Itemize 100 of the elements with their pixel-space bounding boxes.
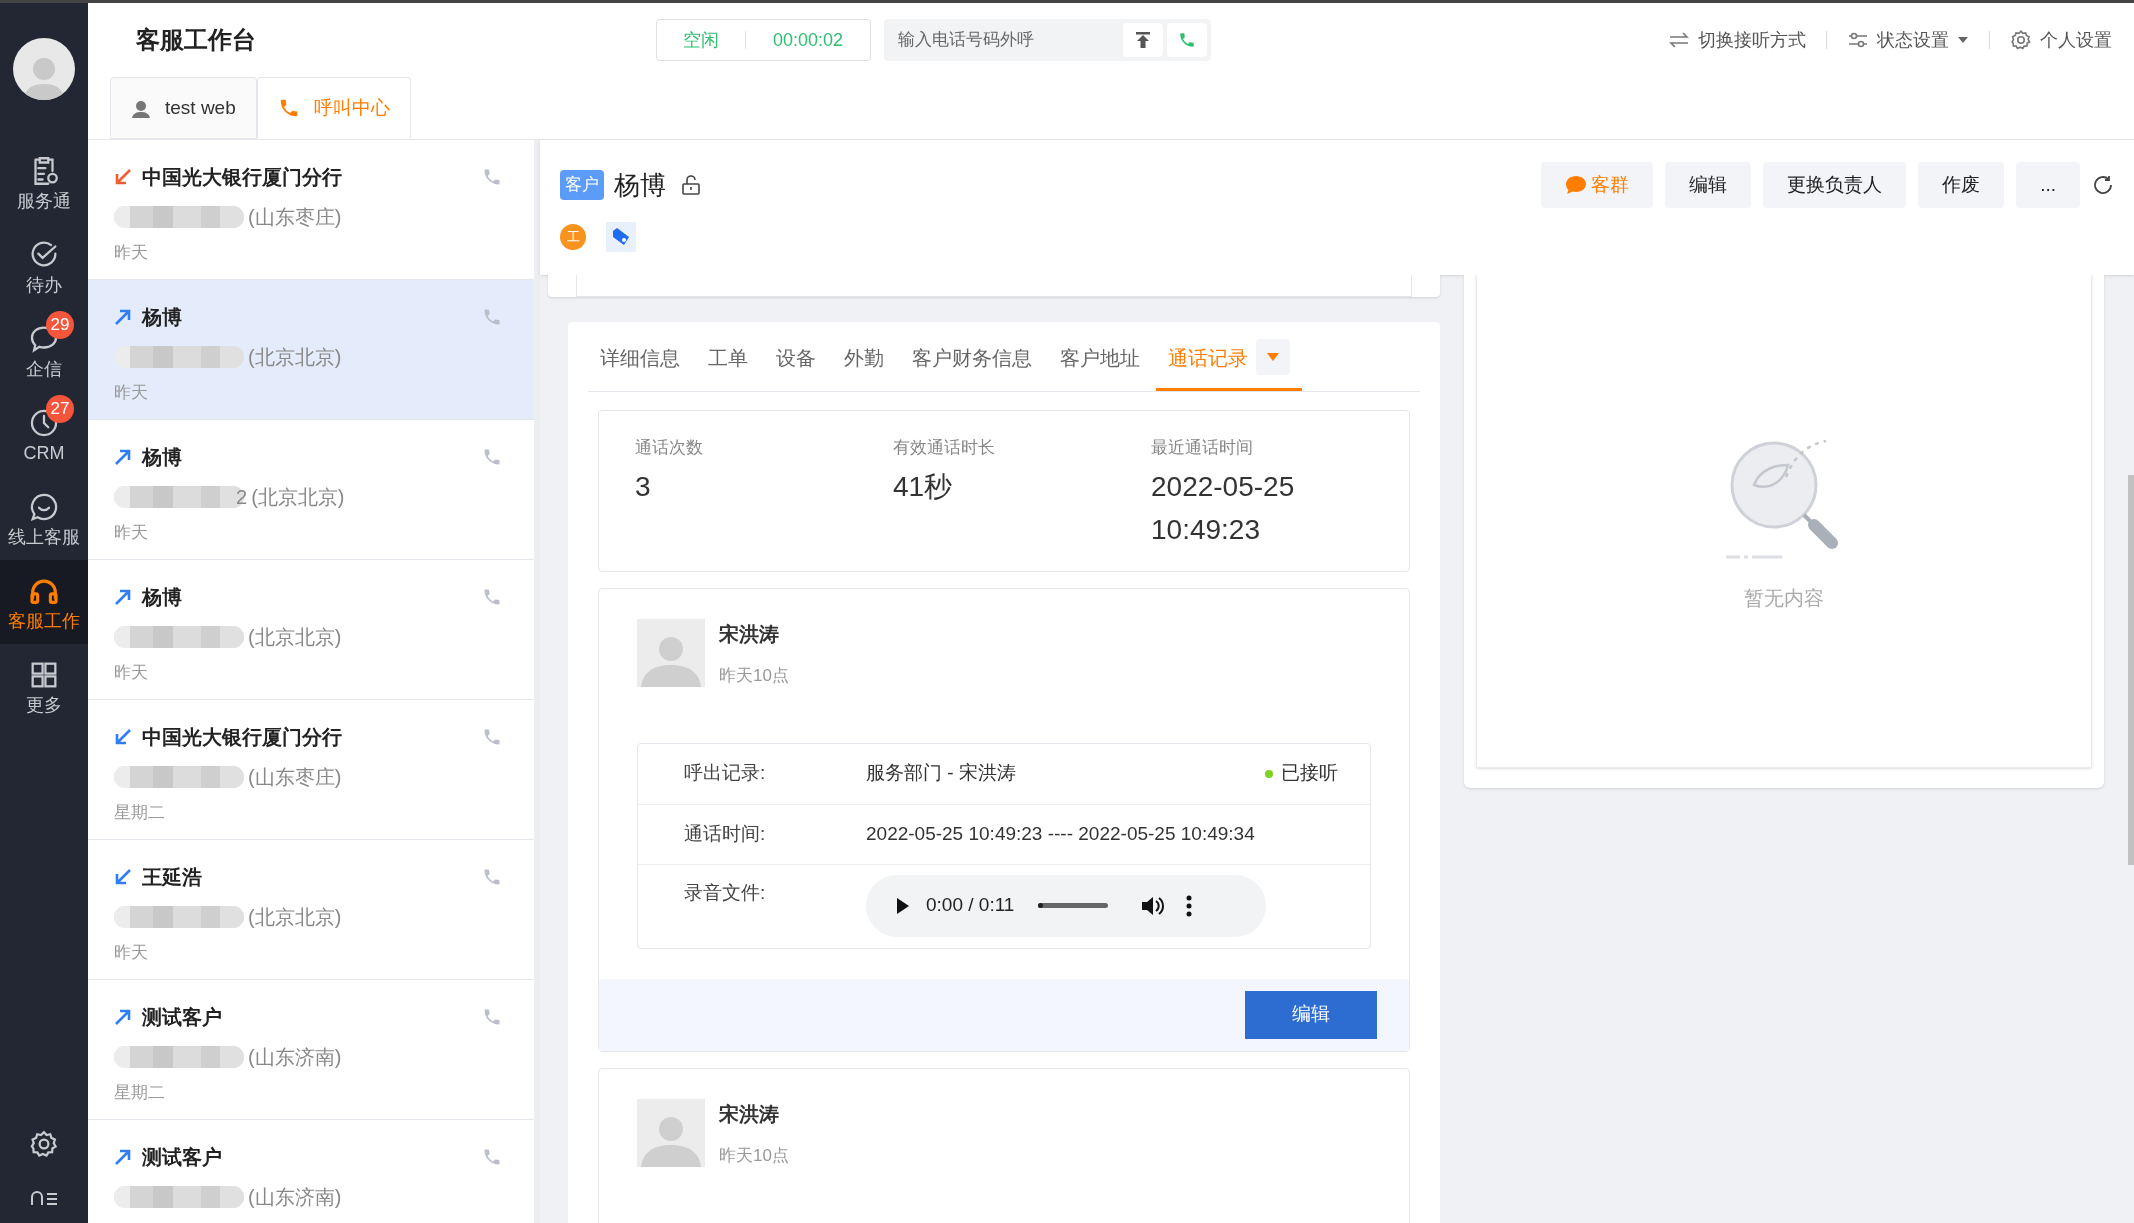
contact-name: 杨博 bbox=[142, 585, 182, 610]
phone-icon bbox=[482, 307, 502, 327]
nav-item[interactable]: 线上客服 bbox=[0, 476, 88, 560]
stat-label: 通话次数 bbox=[635, 437, 704, 459]
field-value: 2022-05-25 10:49:23 ---- 2022-05-25 10:49:34 bbox=[866, 821, 1255, 846]
settings-icon[interactable] bbox=[29, 1129, 59, 1159]
header-button[interactable]: 编辑 bbox=[1665, 162, 1752, 208]
header-button[interactable]: 更换负责人 bbox=[1763, 162, 1907, 208]
header-action[interactable]: 状态设置 bbox=[1847, 26, 1969, 54]
call-item[interactable]: 杨博 (北京北京) 昨天 bbox=[88, 280, 534, 420]
edit-button[interactable]: 编辑 bbox=[1245, 990, 1377, 1039]
refresh-icon[interactable] bbox=[2092, 174, 2114, 196]
call-location: (北京北京) bbox=[251, 485, 345, 510]
header-action[interactable]: 切换接听方式 bbox=[1668, 26, 1806, 54]
record-time: 昨天10点 bbox=[719, 665, 789, 687]
call-location: (北京北京) bbox=[248, 905, 342, 930]
field-label: 呼出记录: bbox=[683, 761, 767, 786]
detail-tab[interactable]: 外勤 bbox=[832, 339, 896, 391]
agent-avatar bbox=[637, 619, 705, 687]
call-location: (山东枣庄) bbox=[248, 765, 342, 790]
transfer-button[interactable] bbox=[1123, 23, 1163, 57]
agent-avatar bbox=[637, 1098, 705, 1167]
stat-label: 最近通话时间 bbox=[1151, 437, 1254, 459]
call-date: 昨天 bbox=[114, 242, 149, 264]
tag-icon[interactable] bbox=[606, 222, 636, 252]
call-date: 星期二 bbox=[114, 802, 166, 824]
phone-icon bbox=[482, 1147, 502, 1167]
nav-item[interactable]: 企信 29 bbox=[0, 308, 88, 392]
nav-item[interactable]: 服务通 bbox=[0, 140, 88, 224]
phone-icon bbox=[482, 727, 502, 747]
call-date: 昨天 bbox=[114, 382, 149, 404]
call-status: 已接听 bbox=[1281, 761, 1338, 786]
nav-item[interactable]: CRM 27 bbox=[0, 392, 88, 476]
detail-tab[interactable]: 设备 bbox=[764, 339, 828, 391]
contact-name: 杨博 bbox=[142, 305, 182, 330]
list-icon[interactable] bbox=[29, 1191, 59, 1205]
more-icon[interactable] bbox=[1186, 894, 1193, 917]
dial-field[interactable]: 输入电话号码外呼 bbox=[898, 27, 1123, 53]
phone-icon bbox=[482, 1007, 502, 1027]
audio-player[interactable]: 0:00 / 0:11 bbox=[866, 874, 1266, 937]
call-date: 星期二 bbox=[114, 1082, 166, 1104]
play-icon[interactable] bbox=[896, 896, 910, 915]
header-action[interactable]: 个人设置 bbox=[2010, 26, 2112, 54]
nav-item[interactable]: 客服工作 bbox=[0, 560, 88, 644]
stat-value: 3 bbox=[635, 469, 652, 504]
header-button[interactable]: ... bbox=[2016, 162, 2080, 208]
call-location: (北京北京) bbox=[248, 345, 342, 370]
phone-icon bbox=[482, 867, 502, 887]
call-timer: 00:00:02 bbox=[771, 28, 845, 52]
detail-tab[interactable]: 详细信息 bbox=[588, 339, 692, 391]
upload-icon bbox=[1134, 31, 1152, 49]
phone-icon bbox=[482, 167, 502, 187]
field-value: 服务部门 - 宋洪涛 bbox=[866, 761, 1016, 786]
count-badge: 29 bbox=[46, 311, 74, 339]
record-time: 昨天10点 bbox=[719, 1144, 789, 1167]
count-badge: 27 bbox=[46, 395, 74, 423]
contact-name: 王延浩 bbox=[142, 865, 202, 890]
customer-badge: 客户 bbox=[560, 170, 604, 200]
page-title: 客服工作台 bbox=[136, 25, 257, 55]
contact-name: 测试客户 bbox=[142, 1005, 222, 1030]
stat-value: 2022-05-25 10:49:23 bbox=[1151, 469, 1296, 547]
customer-name: 杨博 bbox=[614, 168, 666, 202]
audio-time: 0:00 / 0:11 bbox=[926, 893, 1015, 918]
call-location: (山东济南) bbox=[248, 1185, 342, 1210]
dial-bar[interactable]: 输入电话号码外呼 bbox=[884, 19, 1211, 61]
phone-icon bbox=[482, 587, 502, 607]
audio-progress[interactable] bbox=[1038, 903, 1109, 908]
detail-tab[interactable]: 客户财务信息 bbox=[900, 339, 1044, 391]
empty-text: 暂无内容 bbox=[1744, 586, 1824, 611]
detail-tab[interactable]: 工单 bbox=[696, 339, 760, 391]
swap-icon bbox=[1668, 31, 1690, 49]
workspace-tab[interactable]: test web bbox=[110, 77, 257, 139]
tag-letter: 工 bbox=[560, 224, 586, 250]
agent-name: 宋洪涛 bbox=[719, 622, 780, 647]
call-location: (北京北京) bbox=[248, 625, 342, 650]
contact-name: 中国光大银行厦门分行 bbox=[142, 725, 342, 750]
header-button[interactable]: 作废 bbox=[1918, 162, 2005, 208]
field-label: 录音文件: bbox=[683, 880, 767, 905]
volume-icon[interactable] bbox=[1140, 894, 1165, 917]
nav-item[interactable]: 待办 bbox=[0, 224, 88, 308]
unlock-icon[interactable] bbox=[680, 174, 702, 196]
call-date: 昨天 bbox=[114, 942, 149, 964]
field-label: 通话时间: bbox=[683, 821, 767, 846]
agent-icon bbox=[131, 98, 151, 118]
call-date: 昨天 bbox=[114, 662, 149, 684]
stat-value: 41秒 bbox=[893, 469, 954, 504]
sliders-icon bbox=[1847, 31, 1869, 49]
call-location: (山东枣庄) bbox=[248, 205, 342, 230]
contact-name: 测试客户 bbox=[142, 1145, 222, 1170]
call-date: 昨天 bbox=[114, 522, 149, 544]
call-location: (山东济南) bbox=[248, 1045, 342, 1070]
nav-item[interactable]: 更多 bbox=[0, 644, 88, 728]
number-tail: 2 bbox=[236, 485, 248, 510]
phone-icon bbox=[1178, 31, 1196, 49]
contact-name: 杨博 bbox=[142, 445, 182, 470]
phone-icon bbox=[482, 447, 502, 467]
stat-label: 有效通话时长 bbox=[893, 437, 996, 459]
detail-tab[interactable]: 客户地址 bbox=[1048, 339, 1152, 391]
settings-icon bbox=[2010, 29, 2032, 51]
chat-bubble-icon bbox=[1565, 175, 1588, 195]
